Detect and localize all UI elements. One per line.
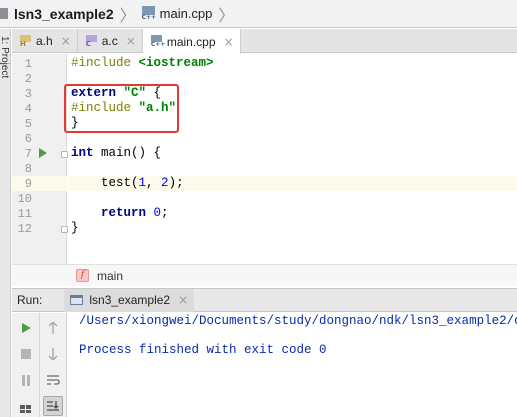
close-tab-icon[interactable]: ×: [126, 34, 136, 48]
code-line-12: }: [71, 221, 79, 235]
breadcrumb-project[interactable]: lsn3_example2: [14, 6, 114, 22]
layout-icon[interactable]: [16, 397, 36, 417]
breadcrumb-separator-icon: 〉: [119, 5, 136, 25]
close-tab-icon[interactable]: ×: [61, 34, 71, 48]
close-tab-icon[interactable]: ×: [224, 35, 234, 49]
line-number: 3: [24, 87, 32, 101]
tab-a-c[interactable]: C a.c ×: [78, 29, 143, 53]
line-number: 5: [24, 117, 32, 131]
line-number: 2: [24, 72, 32, 86]
run-main-icon[interactable]: [39, 148, 47, 158]
stop-icon[interactable]: [16, 344, 36, 364]
line-number: 12: [17, 222, 32, 236]
run-config-label: lsn3_example2: [89, 293, 171, 307]
console-line: Process finished with exit code 0: [79, 343, 327, 357]
line-number: 4: [24, 102, 32, 116]
folder-icon: [0, 8, 8, 19]
console-line: /Users/xiongwei/Documents/study/dongnao/…: [79, 314, 517, 328]
header-file-icon: H: [20, 34, 31, 48]
cpp-file-icon: C++: [150, 35, 165, 48]
line-number: 6: [24, 132, 32, 146]
run-config-tab[interactable]: lsn3_example2 ×: [64, 288, 195, 312]
line-number: 11: [17, 207, 32, 221]
code-line-7: int main() {: [71, 146, 162, 160]
pause-icon[interactable]: [16, 370, 36, 390]
scroll-to-end-icon[interactable]: [43, 396, 63, 416]
line-number: 7: [24, 147, 32, 161]
tab-label: a.h: [36, 34, 53, 48]
line-number: 10: [17, 192, 32, 206]
navigation-bar: lsn3_example2 〉 C++ main.cpp 〉: [0, 0, 517, 28]
fold-toggle-icon[interactable]: [61, 151, 68, 158]
editor-tab-bar: H a.h × C a.c × C++ main.cpp ×: [12, 29, 517, 54]
line-number: 1: [24, 57, 32, 71]
console-output[interactable]: /Users/xiongwei/Documents/study/dongnao/…: [68, 313, 517, 417]
project-tool-button[interactable]: 1: Project: [0, 36, 10, 78]
project-tool-strip[interactable]: [0, 29, 11, 417]
run-toolbar-secondary: [40, 313, 67, 417]
code-line-11: return 0;: [71, 206, 169, 220]
tab-label: a.c: [101, 34, 118, 48]
fold-toggle-icon[interactable]: [61, 226, 68, 233]
highlight-annotation-box: [64, 84, 179, 133]
close-run-tab-icon[interactable]: ×: [178, 293, 188, 307]
arrow-up-icon[interactable]: [43, 318, 63, 338]
code-line-1: #include <iostream>: [71, 56, 214, 70]
run-panel-title: Run:: [17, 293, 43, 307]
function-breadcrumb-bar: f main: [12, 264, 517, 286]
line-number: 8: [24, 162, 32, 176]
arrow-down-icon[interactable]: [43, 344, 63, 364]
cpp-file-icon: C++: [141, 6, 156, 21]
function-name[interactable]: main: [97, 269, 123, 283]
c-file-icon: C: [85, 34, 97, 48]
breadcrumb-file[interactable]: main.cpp: [160, 6, 213, 21]
code-line-9: test(1, 2);: [71, 176, 184, 190]
tab-label: main.cpp: [166, 34, 216, 49]
tab-main-cpp[interactable]: C++ main.cpp ×: [142, 29, 241, 54]
soft-wrap-icon[interactable]: [43, 370, 63, 390]
run-panel-header: Run: lsn3_example2 ×: [12, 288, 517, 312]
tab-a-h[interactable]: H a.h ×: [12, 29, 78, 53]
run-toolbar-primary: [12, 313, 40, 417]
function-icon: f: [76, 269, 89, 282]
breadcrumb-separator-icon: 〉: [218, 5, 235, 25]
rerun-icon[interactable]: [16, 318, 36, 338]
line-number: 9: [24, 177, 32, 191]
console-icon: [70, 295, 84, 305]
